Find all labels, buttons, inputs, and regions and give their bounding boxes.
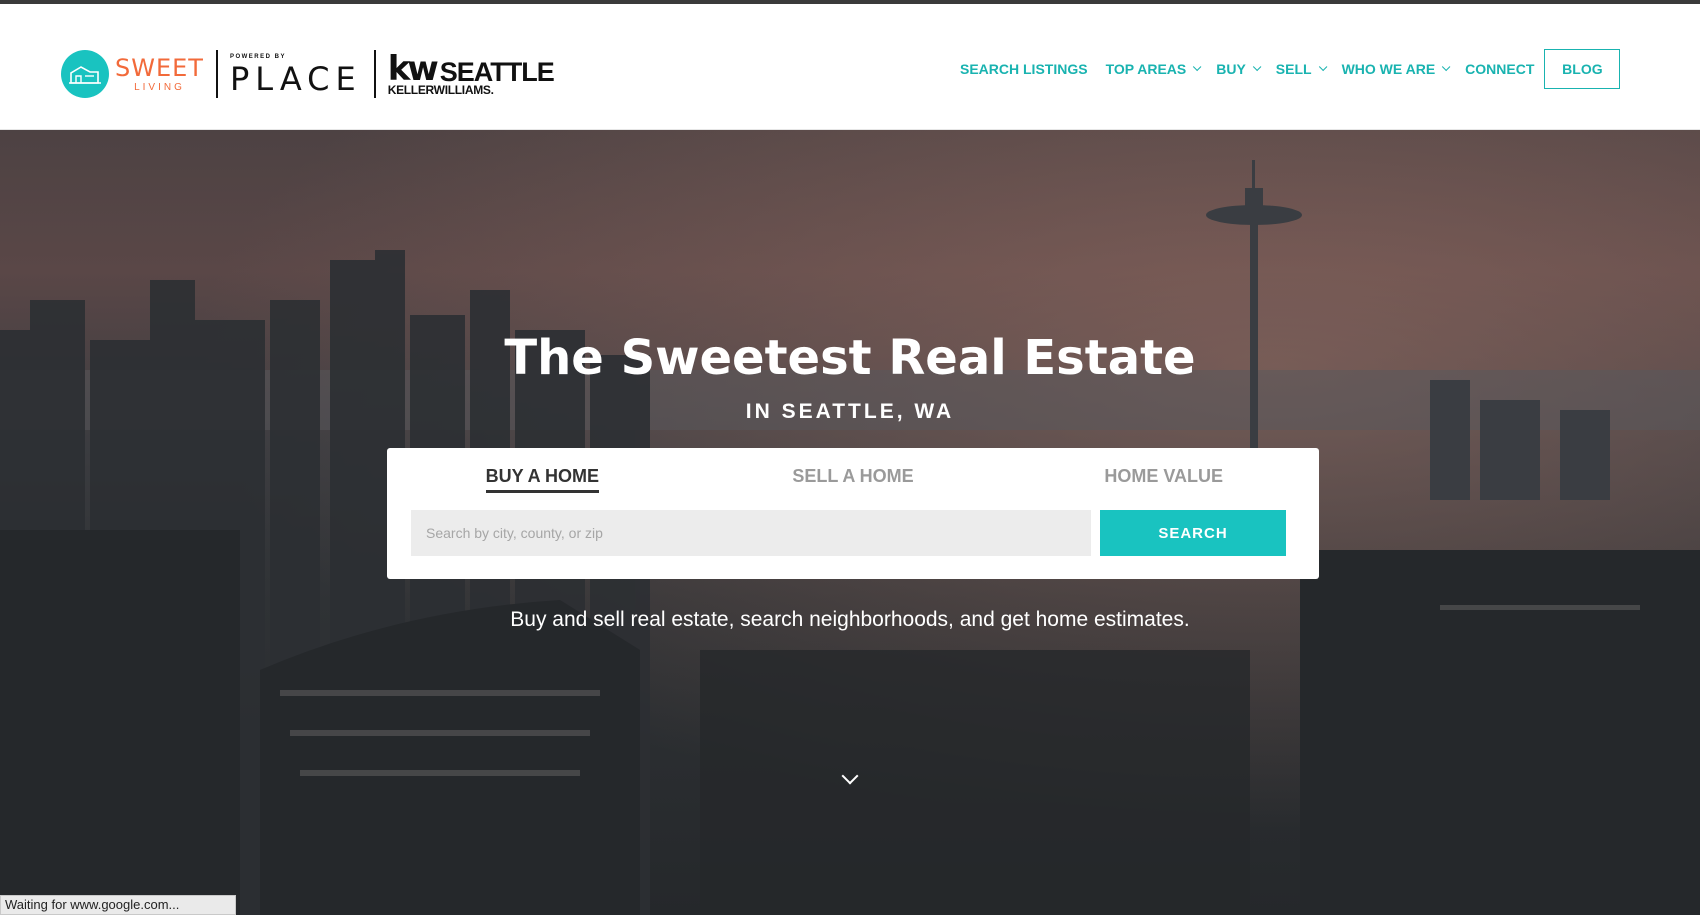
nav-buy[interactable]: BUY (1216, 61, 1262, 77)
nav-connect[interactable]: CONNECT (1465, 61, 1534, 77)
place-logo[interactable]: POWERED BY PLACE (230, 54, 362, 95)
living-logo-word: LIVING (134, 81, 185, 93)
sweet-logo-word: SWEET (115, 53, 204, 82)
tab-label: BUY A HOME (485, 466, 599, 493)
house-icon (61, 50, 109, 98)
nav-label: SELL (1275, 61, 1312, 77)
chevron-down-icon (1442, 62, 1451, 72)
nav-label: SEARCH LISTINGS (960, 61, 1088, 77)
tab-label: SELL A HOME (792, 466, 914, 486)
hero-section: The Sweetest Real Estate IN SEATTLE, WA … (0, 130, 1700, 915)
nav-top-areas[interactable]: TOP AREAS (1105, 61, 1202, 77)
tab-buy-a-home[interactable]: BUY A HOME (387, 466, 698, 496)
search-tabs: BUY A HOME SELL A HOME HOME VALUE (387, 466, 1319, 496)
logo-divider (215, 50, 218, 98)
place-logo-word: PLACE (229, 59, 362, 98)
search-button[interactable]: SEARCH (1100, 510, 1286, 556)
kw-mark: kw (387, 49, 439, 89)
site-header: SWEET LIVING POWERED BY PLACE kw SEATTLE… (0, 4, 1700, 130)
nav-label: WHO WE ARE (1341, 61, 1436, 77)
kw-city: SEATTLE (439, 57, 555, 87)
tab-home-value[interactable]: HOME VALUE (1008, 466, 1319, 496)
nav-search-listings[interactable]: SEARCH LISTINGS (960, 61, 1088, 77)
search-input[interactable] (411, 510, 1091, 556)
nav-who-we-are[interactable]: WHO WE ARE (1341, 61, 1451, 77)
kw-brand: KELLERWILLIAMS. (387, 83, 494, 97)
nav-label: BUY (1216, 61, 1246, 77)
browser-status-bar: Waiting for www.google.com... (0, 895, 236, 915)
chevron-down-icon (1318, 62, 1327, 72)
hero-tagline: Buy and sell real estate, search neighbo… (510, 608, 1190, 631)
logo-divider (373, 50, 376, 98)
nav-label: TOP AREAS (1105, 61, 1187, 77)
powered-by-text: POWERED BY (229, 53, 286, 60)
hero-title: The Sweetest Real Estate (504, 330, 1196, 386)
nav-sell[interactable]: SELL (1275, 61, 1327, 77)
chevron-down-icon (1252, 62, 1262, 72)
tab-label: HOME VALUE (1104, 466, 1224, 486)
search-card: BUY A HOME SELL A HOME HOME VALUE SEARCH (387, 448, 1319, 579)
blog-button[interactable]: BLOG (1544, 49, 1621, 89)
nav-label: CONNECT (1465, 61, 1535, 77)
keller-williams-seattle-logo[interactable]: kw SEATTLE KELLERWILLIAMS. (387, 49, 555, 97)
brand-logos[interactable]: SWEET LIVING POWERED BY PLACE kw SEATTLE… (61, 44, 555, 104)
tab-sell-a-home[interactable]: SELL A HOME (698, 466, 1009, 496)
hero-subtitle: IN SEATTLE, WA (745, 400, 955, 423)
sweet-living-logo[interactable]: SWEET LIVING (61, 44, 204, 104)
chevron-down-icon (1193, 62, 1202, 72)
main-nav: SEARCH LISTINGS TOP AREAS BUY SELL WHO W… (960, 48, 1621, 90)
